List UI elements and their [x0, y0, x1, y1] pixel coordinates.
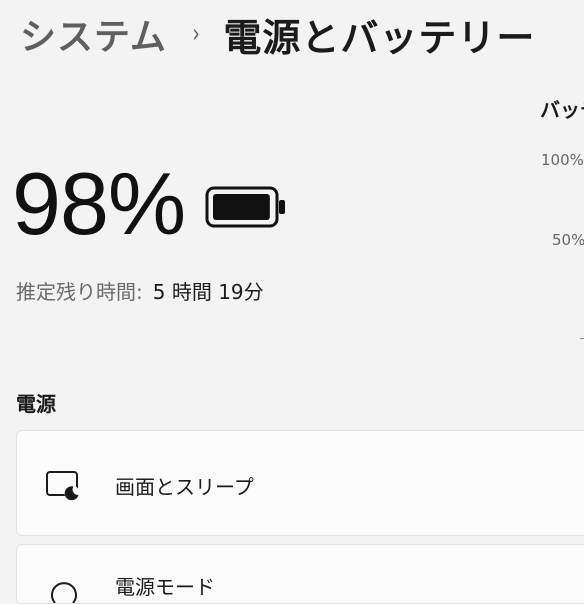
- battery-icon: [205, 186, 286, 228]
- screen-and-sleep-label: 画面とスリープ: [115, 475, 254, 499]
- estimate-value: 5 時間 19分: [152, 280, 264, 304]
- breadcrumb-system-link[interactable]: システム: [20, 8, 167, 60]
- power-mode-label: 電源モード: [115, 575, 215, 599]
- chart-tick-100: 100%: [541, 151, 584, 169]
- screen-sleep-icon: [46, 471, 80, 501]
- power-mode-icon: [51, 582, 77, 603]
- screen-and-sleep-card[interactable]: 画面とスリープ: [16, 430, 584, 536]
- power-section-title: 電源: [16, 392, 56, 416]
- battery-estimate: 推定残り時間: 5 時間 19分: [16, 276, 264, 305]
- battery-level-fill: [213, 194, 270, 220]
- breadcrumb-separator: ›: [192, 19, 200, 49]
- breadcrumb: システム › 電源とバッテリー: [20, 8, 535, 60]
- chart-tick-50: 50%: [552, 231, 584, 249]
- power-mode-card[interactable]: 電源モード: [16, 544, 584, 604]
- battery-chart-title: バッテリー: [540, 98, 584, 122]
- chart-tick-mark: [580, 338, 584, 339]
- battery-percent: 98%: [12, 154, 186, 253]
- estimate-label: 推定残り時間:: [16, 280, 143, 304]
- page-title: 電源とバッテリー: [223, 15, 536, 60]
- battery-summary: 98%: [12, 156, 287, 252]
